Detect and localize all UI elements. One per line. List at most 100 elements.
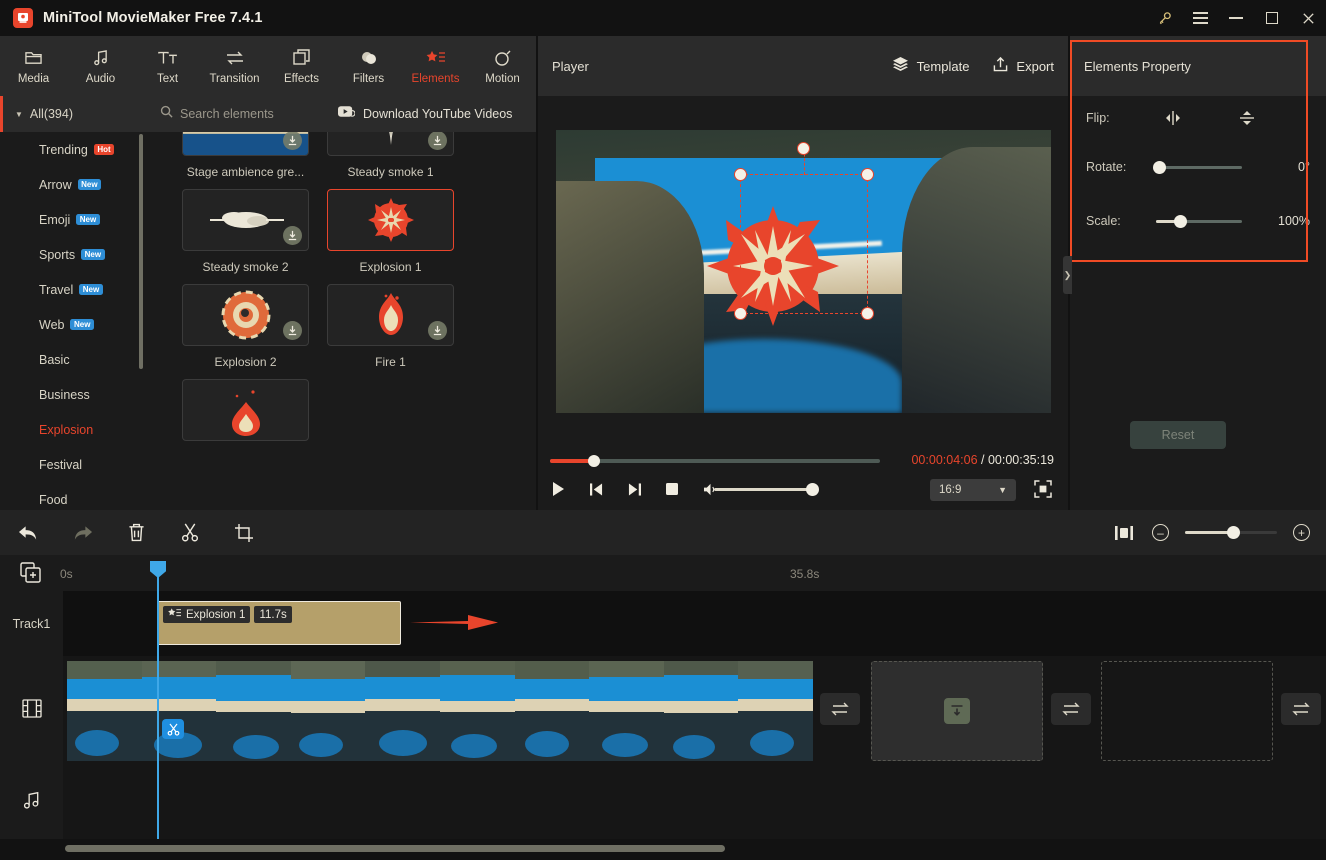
handle-top-left[interactable]	[733, 168, 747, 181]
handle-bottom-left[interactable]	[733, 307, 747, 320]
transition-slot-icon[interactable]	[1051, 693, 1091, 725]
media-empty-slot[interactable]	[1101, 661, 1273, 761]
sidebar-item-sports[interactable]: Sports New	[0, 237, 148, 272]
zoom-out-icon[interactable]: –	[1152, 524, 1169, 541]
zoom-in-icon[interactable]: +	[1293, 524, 1310, 541]
minimize-button[interactable]	[1218, 0, 1254, 36]
previous-frame-icon[interactable]	[588, 481, 604, 497]
element-card-selected[interactable]: Explosion 1	[327, 189, 454, 274]
element-card[interactable]: Steady smoke 2	[182, 189, 309, 274]
add-media-icon[interactable]	[20, 562, 42, 584]
rotate-slider[interactable]	[1153, 160, 1242, 174]
play-icon[interactable]	[550, 481, 566, 497]
zoom-handle[interactable]	[1227, 526, 1240, 539]
element-card[interactable]: Fire 1	[327, 284, 454, 369]
menu-icon[interactable]	[1182, 0, 1218, 36]
reset-button[interactable]: Reset	[1130, 421, 1226, 449]
category-list[interactable]: Trending Hot Arrow New Emoji New Sports …	[0, 132, 148, 510]
undo-icon[interactable]	[16, 521, 40, 545]
search-input[interactable]: Search elements	[148, 105, 338, 123]
video-track-body[interactable]	[63, 656, 1326, 766]
element-thumbnail[interactable]	[182, 284, 309, 346]
panel-collapse-toggle[interactable]: ❯	[1063, 256, 1072, 294]
rotate-handle[interactable]	[1153, 160, 1166, 174]
category-all-row[interactable]: ▼ All(394)	[0, 96, 148, 132]
volume-handle[interactable]	[806, 483, 819, 496]
crop-icon[interactable]	[232, 521, 256, 545]
tool-text[interactable]: Text	[134, 36, 201, 96]
tool-elements[interactable]: Elements	[402, 36, 469, 96]
handle-top-right[interactable]	[860, 168, 874, 181]
tool-audio[interactable]: Audio	[67, 36, 134, 96]
zoom-slider[interactable]	[1185, 526, 1277, 539]
trash-icon[interactable]	[124, 521, 148, 545]
maximize-button[interactable]	[1254, 0, 1290, 36]
element-thumbnail[interactable]	[182, 189, 309, 251]
transition-slot-icon[interactable]	[1281, 693, 1321, 725]
timeline-clip-explosion1[interactable]: Explosion 1 11.7s	[157, 601, 401, 645]
elements-grid[interactable]: Stage ambience gre... Steady smoke 1 Ste…	[148, 132, 536, 510]
download-icon[interactable]	[944, 698, 970, 724]
stop-icon[interactable]	[664, 481, 680, 497]
split-marker-icon[interactable]	[162, 719, 184, 739]
element-thumbnail[interactable]	[327, 284, 454, 346]
transition-slot-icon[interactable]	[820, 693, 860, 725]
media-drop-slot[interactable]	[871, 661, 1043, 761]
sidebar-item-web[interactable]: Web New	[0, 307, 148, 342]
sidebar-item-emoji[interactable]: Emoji New	[0, 202, 148, 237]
scale-slider[interactable]	[1156, 214, 1242, 228]
key-icon[interactable]	[1146, 0, 1182, 36]
tool-effects[interactable]: Effects	[268, 36, 335, 96]
download-icon[interactable]	[428, 132, 447, 150]
download-icon[interactable]	[428, 321, 447, 340]
track1-body[interactable]: Explosion 1 11.7s	[63, 591, 1326, 656]
element-selection-box[interactable]	[733, 142, 874, 320]
category-scrollbar[interactable]	[139, 134, 143, 369]
sidebar-item-basic[interactable]: Basic	[0, 342, 148, 377]
sidebar-item-business[interactable]: Business	[0, 377, 148, 412]
element-card[interactable]: Explosion 2	[182, 284, 309, 369]
seek-handle[interactable]	[588, 455, 600, 467]
aspect-ratio-select[interactable]: 16:9 ▼	[930, 479, 1016, 501]
timeline-horizontal-scrollbar[interactable]	[0, 839, 1326, 860]
playhead[interactable]	[150, 561, 166, 844]
element-thumbnail[interactable]	[327, 189, 454, 251]
tool-transition[interactable]: Transition	[201, 36, 268, 96]
video-clip-strip[interactable]	[67, 661, 813, 761]
seek-bar[interactable]	[550, 455, 880, 467]
scrollbar-thumb[interactable]	[65, 845, 725, 852]
tool-motion[interactable]: Motion	[469, 36, 536, 96]
element-card[interactable]	[182, 379, 309, 441]
template-button[interactable]: Template	[892, 56, 969, 76]
handle-bottom-right[interactable]	[860, 307, 874, 320]
element-card[interactable]: Stage ambience gre...	[182, 132, 309, 179]
scale-handle[interactable]	[1174, 214, 1187, 228]
element-card[interactable]: Steady smoke 1	[327, 132, 454, 179]
video-preview[interactable]	[555, 130, 1051, 413]
sidebar-item-festival[interactable]: Festival	[0, 447, 148, 482]
sidebar-item-arrow[interactable]: Arrow New	[0, 167, 148, 202]
volume-slider[interactable]	[714, 488, 814, 491]
audio-track-body[interactable]	[63, 766, 1326, 839]
fit-timeline-icon[interactable]	[1112, 521, 1136, 545]
scissors-icon[interactable]	[178, 521, 202, 545]
rotate-handle[interactable]	[797, 142, 810, 155]
flip-horizontal-icon[interactable]	[1156, 107, 1190, 129]
flip-vertical-icon[interactable]	[1230, 107, 1264, 129]
tool-filters[interactable]: Filters	[335, 36, 402, 96]
close-button[interactable]	[1290, 0, 1326, 36]
element-thumbnail[interactable]	[327, 132, 454, 156]
sidebar-item-food[interactable]: Food	[0, 482, 148, 510]
sidebar-item-explosion[interactable]: Explosion	[0, 412, 148, 447]
download-icon[interactable]	[283, 321, 302, 340]
redo-icon[interactable]	[70, 521, 94, 545]
export-button[interactable]: Export	[993, 56, 1054, 77]
fullscreen-icon[interactable]	[1034, 480, 1054, 500]
download-icon[interactable]	[283, 226, 302, 245]
element-thumbnail[interactable]	[182, 132, 309, 156]
timeline-ruler[interactable]: 0s 35.8s	[0, 555, 1326, 591]
sidebar-item-trending[interactable]: Trending Hot	[0, 132, 148, 167]
download-youtube-button[interactable]: Download YouTube Videos	[338, 105, 512, 123]
sidebar-item-travel[interactable]: Travel New	[0, 272, 148, 307]
tool-media[interactable]: Media	[0, 36, 67, 96]
